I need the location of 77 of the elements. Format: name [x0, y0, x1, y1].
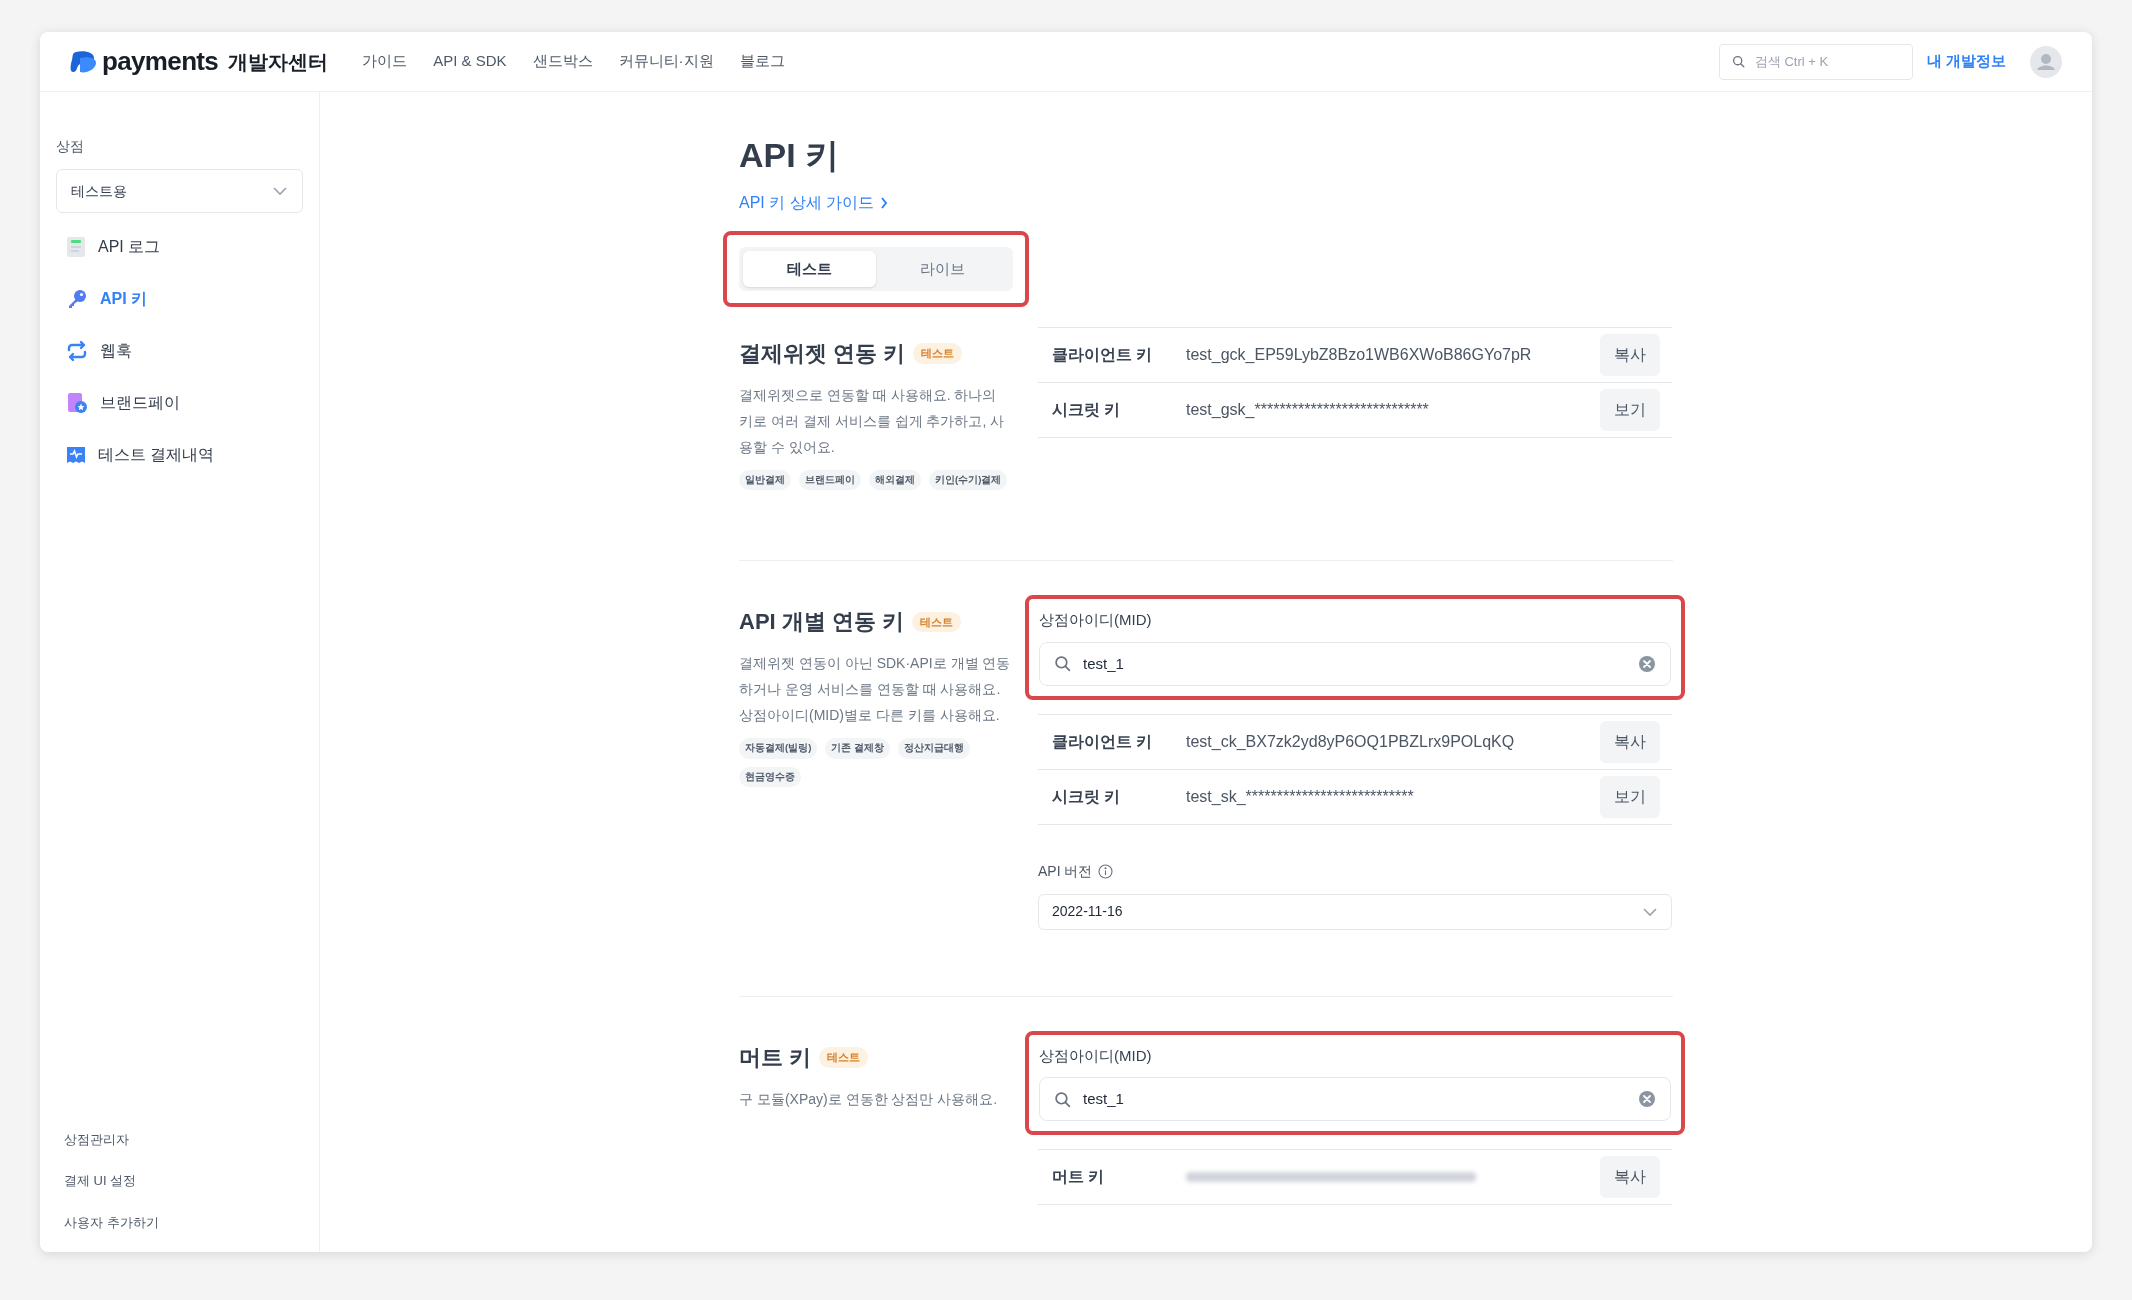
search-icon: [1731, 55, 1745, 68]
test-badge: 테스트: [912, 611, 961, 632]
section-title: 결제위젯 연동 키: [739, 340, 906, 368]
key-label: 시크릿 키: [1052, 786, 1122, 807]
mid-value: test_1: [1083, 653, 1124, 674]
nav-link[interactable]: 블로그: [739, 50, 785, 73]
page-title: API 키: [739, 135, 841, 176]
key-label: 머트 키: [1052, 1167, 1106, 1188]
store-label: 상점: [56, 137, 85, 156]
nav-link[interactable]: 커뮤니티·지원: [618, 50, 714, 73]
sidebar-item[interactable]: API 로그: [56, 223, 303, 271]
feature-tag: 브랜드페이: [799, 470, 861, 491]
search-icon: [1054, 655, 1071, 673]
feature-tag: 기존 결제창: [825, 738, 890, 759]
card-star-icon: [66, 392, 88, 414]
key-action-button[interactable]: 복사: [1600, 720, 1660, 763]
profile-link[interactable]: 내 개발정보: [1926, 50, 2006, 73]
feature-tag: 정산지급대행: [897, 738, 970, 759]
mid-search-field[interactable]: test_1: [1039, 1077, 1671, 1122]
section-description: 결제위젯으로 연동할 때 사용해요. 하나의 키로 여러 결제 서비스를 쉽게 추가하고, 사용할 수 있어요.: [739, 386, 1006, 457]
sidebar-footer-link[interactable]: 사용자 추가하기: [64, 1212, 295, 1232]
avatar-icon[interactable]: [2030, 45, 2062, 78]
environment-tab[interactable]: 라이브: [876, 251, 1009, 287]
refresh-icon: [66, 340, 88, 362]
search-icon: [1054, 1090, 1071, 1108]
clear-icon[interactable]: [1638, 1090, 1656, 1109]
key-action-button[interactable]: 복사: [1600, 334, 1660, 376]
sidebar-footer-link[interactable]: 상점관리자: [64, 1129, 295, 1149]
chevron-right-icon: [880, 197, 889, 209]
key-action-button[interactable]: 보기: [1600, 389, 1660, 431]
key-label: 클라이언트 키: [1052, 731, 1154, 752]
key-action-button[interactable]: 복사: [1600, 1156, 1660, 1199]
key-value: test_gck_EP59LybZ8Bzo1WB6XWoB86GYo7pR: [1186, 345, 1532, 365]
test-badge: 테스트: [819, 1047, 869, 1068]
environment-tab[interactable]: 테스트: [743, 251, 876, 287]
sidebar-item[interactable]: 웹훅: [56, 327, 303, 375]
store-select[interactable]: 테스트용: [56, 169, 303, 213]
key-value: test_ck_BX7zk2yd8yP6OQ1PBZLrx9POLqKQ: [1186, 731, 1515, 752]
feature-tag: 해외결제: [869, 470, 921, 491]
section-description: 결제위젯 연동이 아닌 SDK·API로 개별 연동하거나 운영 서비스를 연동할 때 사용해요. 상점아이디(MID)별로 다른 키를 사용해요.: [739, 654, 1011, 726]
api-version-label: API 버전: [1038, 861, 1093, 881]
test-badge: 테스트: [913, 343, 963, 364]
mid-label: 상점아이디(MID): [1039, 610, 1153, 631]
logo-wordmark[interactable]: payments: [102, 42, 219, 81]
nav-link[interactable]: API & SDK: [433, 50, 507, 73]
nav-link[interactable]: 가이드: [362, 50, 408, 73]
key-action-button[interactable]: 보기: [1600, 775, 1660, 818]
info-icon[interactable]: [1098, 863, 1114, 879]
key-icon: [66, 288, 88, 310]
key-label: 시크릿 키: [1052, 400, 1122, 420]
receipt-icon: [66, 445, 86, 465]
section-title: API 개별 연동 키: [739, 608, 904, 637]
section-title: 머트 키: [739, 1043, 812, 1072]
feature-tag: 일반결제: [739, 470, 791, 491]
section-description: 구 모듈(XPay)로 연동한 상점만 사용해요.: [739, 1089, 999, 1109]
mid-label: 상점아이디(MID): [1039, 1045, 1153, 1066]
sidebar-item[interactable]: 브랜드페이: [56, 379, 303, 427]
chevron-down-icon: [1642, 906, 1658, 917]
feature-tag: 키인(수기)결제: [929, 470, 1008, 491]
api-version-select[interactable]: 2022-11-16: [1038, 893, 1672, 930]
mid-search-field[interactable]: test_1: [1039, 641, 1671, 686]
feature-tag: 자동결제(빌링): [739, 738, 818, 759]
chevron-down-icon: [272, 186, 288, 196]
clear-icon[interactable]: [1638, 654, 1656, 673]
key-value: test_gsk_****************************: [1186, 400, 1429, 420]
feature-tag: 현금영수증: [739, 766, 801, 787]
key-label: 클라이언트 키: [1052, 345, 1154, 365]
key-value: test_sk_***************************: [1186, 786, 1414, 807]
sidebar-item[interactable]: API 키: [56, 275, 303, 323]
logo-icon: [70, 49, 98, 74]
guide-link[interactable]: API 키 상세 가이드: [739, 191, 889, 215]
document-icon: [66, 236, 86, 258]
mid-value: test_1: [1083, 1089, 1124, 1109]
logo-suffix: 개발자센터: [228, 49, 329, 75]
nav-link[interactable]: 샌드박스: [532, 50, 593, 73]
sidebar-item[interactable]: 테스트 결제내역: [56, 431, 303, 479]
sidebar-footer-link[interactable]: 결제 UI 설정: [64, 1171, 295, 1191]
